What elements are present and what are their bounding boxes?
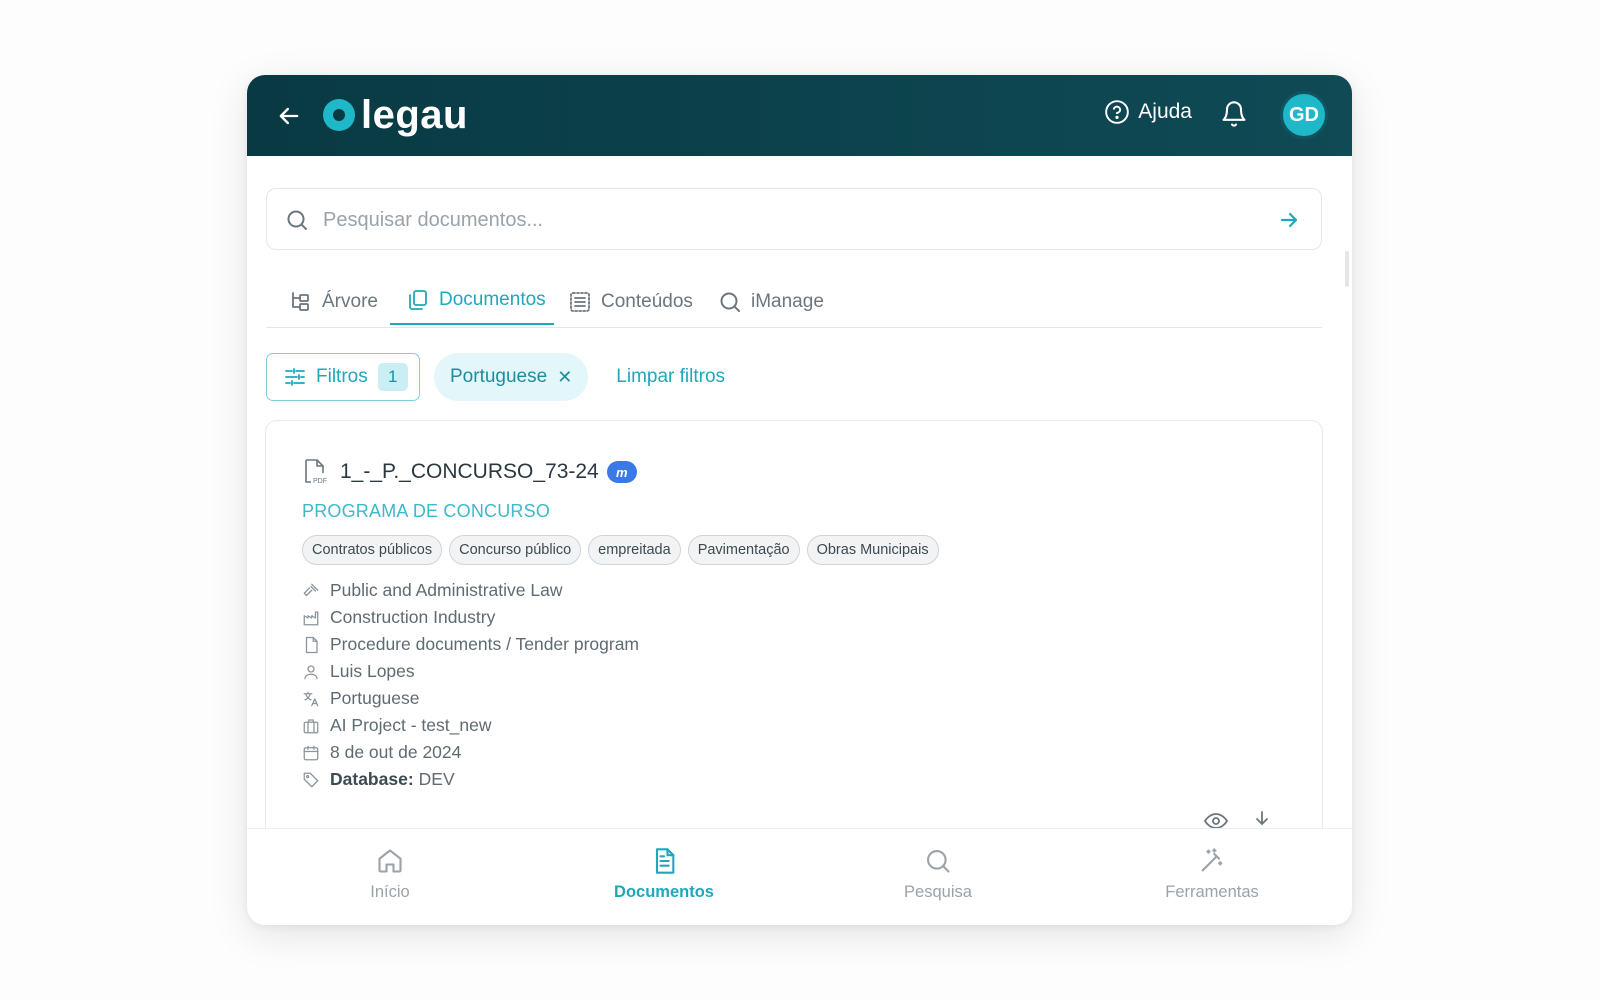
- notifications-bell-icon[interactable]: [1220, 100, 1248, 133]
- tab-conteudos-label: Conteúdos: [601, 290, 693, 312]
- nav-inicio[interactable]: Início: [310, 847, 470, 902]
- tag[interactable]: Obras Municipais: [806, 535, 939, 565]
- back-arrow-icon[interactable]: [275, 102, 303, 130]
- translate-icon: [303, 691, 319, 706]
- tab-imanage[interactable]: iManage: [718, 277, 824, 326]
- database-value: DEV: [418, 769, 455, 789]
- briefcase-icon: [303, 718, 319, 733]
- clear-filters-link[interactable]: Limpar filtros: [616, 366, 725, 388]
- meta-area: Public and Administrative Law: [302, 577, 639, 604]
- search-icon: [285, 208, 309, 237]
- tag[interactable]: Pavimentação: [687, 535, 800, 565]
- tab-imanage-label: iManage: [751, 290, 824, 312]
- language-filter-chip[interactable]: Portuguese ✕: [434, 353, 589, 401]
- nav-ferramentas[interactable]: Ferramentas: [1132, 847, 1292, 902]
- search-input[interactable]: [321, 203, 1225, 237]
- document-title-text: 1_-_P._CONCURSO_73-24: [340, 460, 599, 483]
- chip-remove-icon[interactable]: ✕: [557, 367, 572, 388]
- tab-arvore-label: Árvore: [322, 290, 378, 312]
- document-card[interactable]: PDF 1_-_P._CONCURSO_73-24 m PROGRAMA DE …: [265, 420, 1323, 840]
- sliders-icon: [285, 368, 305, 386]
- meta-category: Procedure documents / Tender program: [302, 631, 639, 658]
- meta-language: Portuguese: [302, 685, 639, 712]
- file-icon: [305, 636, 318, 653]
- user-avatar[interactable]: GD: [1280, 91, 1328, 139]
- filters-label: Filtros: [316, 366, 368, 387]
- database-label: Database:: [330, 769, 414, 789]
- factory-icon: [303, 610, 319, 625]
- search-submit-arrow-icon[interactable]: [1277, 208, 1301, 237]
- meta-date: 8 de out de 2024: [302, 739, 639, 766]
- tag[interactable]: Contratos públicos: [302, 535, 443, 565]
- tab-arvore[interactable]: Árvore: [289, 277, 378, 326]
- filters-count-badge: 1: [377, 363, 408, 391]
- view-tabs: Árvore Documentos Conteúdos iManage: [266, 277, 1322, 328]
- chip-label: Portuguese: [450, 366, 548, 387]
- document-icon: [655, 848, 675, 874]
- meta-database: Database: DEV: [302, 766, 639, 793]
- help-button[interactable]: Ajuda: [1104, 99, 1192, 125]
- gavel-icon: [303, 583, 319, 596]
- document-tags: Contratos públicos Concurso público empr…: [302, 535, 946, 565]
- document-title[interactable]: PDF 1_-_P._CONCURSO_73-24 m: [302, 458, 637, 486]
- search-bar: [266, 188, 1322, 250]
- magic-wand-icon: [1201, 848, 1223, 872]
- document-metadata: Public and Administrative Law Constructi…: [302, 577, 639, 793]
- nav-documentos[interactable]: Documentos: [584, 847, 744, 902]
- home-icon: [378, 849, 402, 873]
- tag-icon: [303, 772, 319, 787]
- meta-author: Luis Lopes: [302, 658, 639, 685]
- svg-text:PDF: PDF: [313, 478, 327, 485]
- imanage-badge-icon: m: [606, 461, 637, 483]
- legau-logo[interactable]: legau: [323, 93, 468, 137]
- search-icon: [720, 292, 740, 312]
- help-label: Ajuda: [1138, 100, 1192, 123]
- documents-icon: [409, 290, 427, 310]
- tab-documentos[interactable]: Documentos: [390, 277, 554, 325]
- document-type: PROGRAMA DE CONCURSO: [302, 501, 551, 521]
- meta-industry: Construction Industry: [302, 604, 639, 631]
- top-header: legau Ajuda GD: [247, 75, 1352, 156]
- filters-button[interactable]: Filtros 1: [266, 353, 420, 401]
- help-circle-icon: [1105, 100, 1130, 124]
- meta-project: AI Project - test_new: [302, 712, 639, 739]
- tab-conteudos[interactable]: Conteúdos: [568, 277, 693, 326]
- user-icon: [304, 664, 318, 679]
- scrollbar-thumb[interactable]: [1345, 251, 1349, 287]
- tree-icon: [292, 291, 309, 311]
- tab-documentos-label: Documentos: [439, 289, 546, 310]
- filters-row: Filtros 1 Portuguese ✕ Limpar filtros: [266, 353, 725, 401]
- tag[interactable]: empreitada: [588, 535, 681, 565]
- bottom-navigation: Início Documentos Pesquisa Ferramentas: [247, 828, 1352, 925]
- logo-text: legau: [361, 93, 468, 137]
- app-window: legau Ajuda GD Árvore Documentos: [247, 75, 1352, 925]
- calendar-icon: [303, 745, 319, 760]
- tag[interactable]: Concurso público: [449, 535, 582, 565]
- contents-icon: [570, 291, 590, 312]
- pdf-file-icon: PDF: [305, 459, 327, 485]
- logo-dot-icon: [323, 99, 355, 131]
- nav-pesquisa[interactable]: Pesquisa: [858, 847, 1018, 902]
- search-icon: [927, 850, 950, 873]
